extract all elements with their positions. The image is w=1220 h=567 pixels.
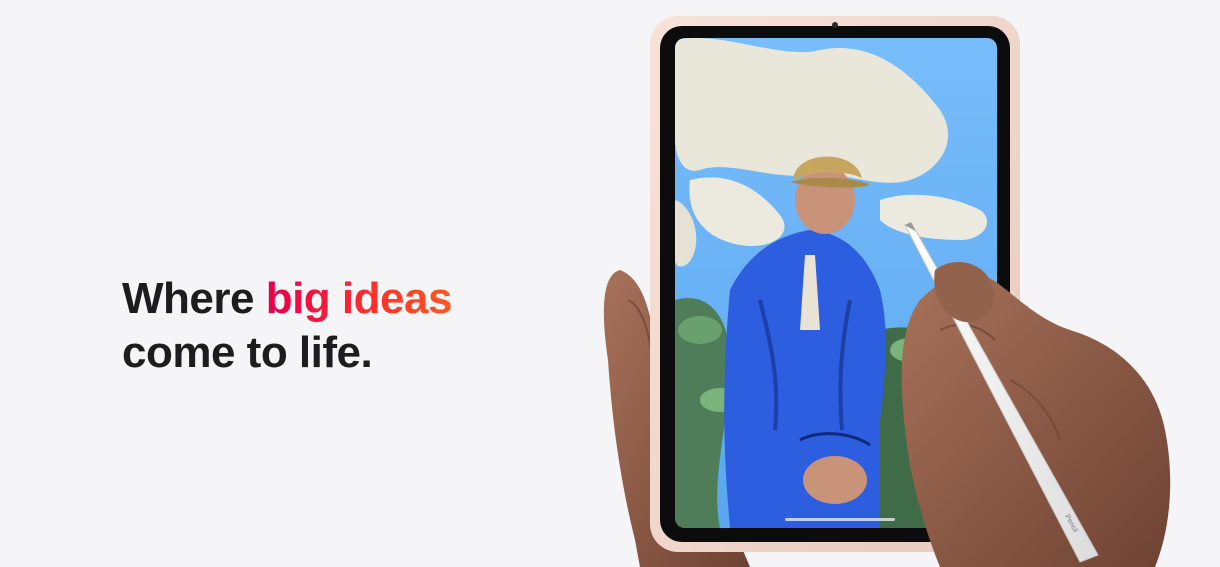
right-hand [901,274,1171,567]
ipad-hero-image: Pencil [603,16,1171,567]
camera-dot [832,22,838,28]
headline-line-2: come to life. [122,328,373,377]
hero-headline: Where big ideas come to life. [122,272,452,380]
hero-section: Where big ideas come to life. Pencil [0,0,1220,567]
headline-accent: big ideas [265,274,453,323]
headline-prefix: Where [122,274,266,323]
headline-line-1: Where big ideas [122,272,452,326]
